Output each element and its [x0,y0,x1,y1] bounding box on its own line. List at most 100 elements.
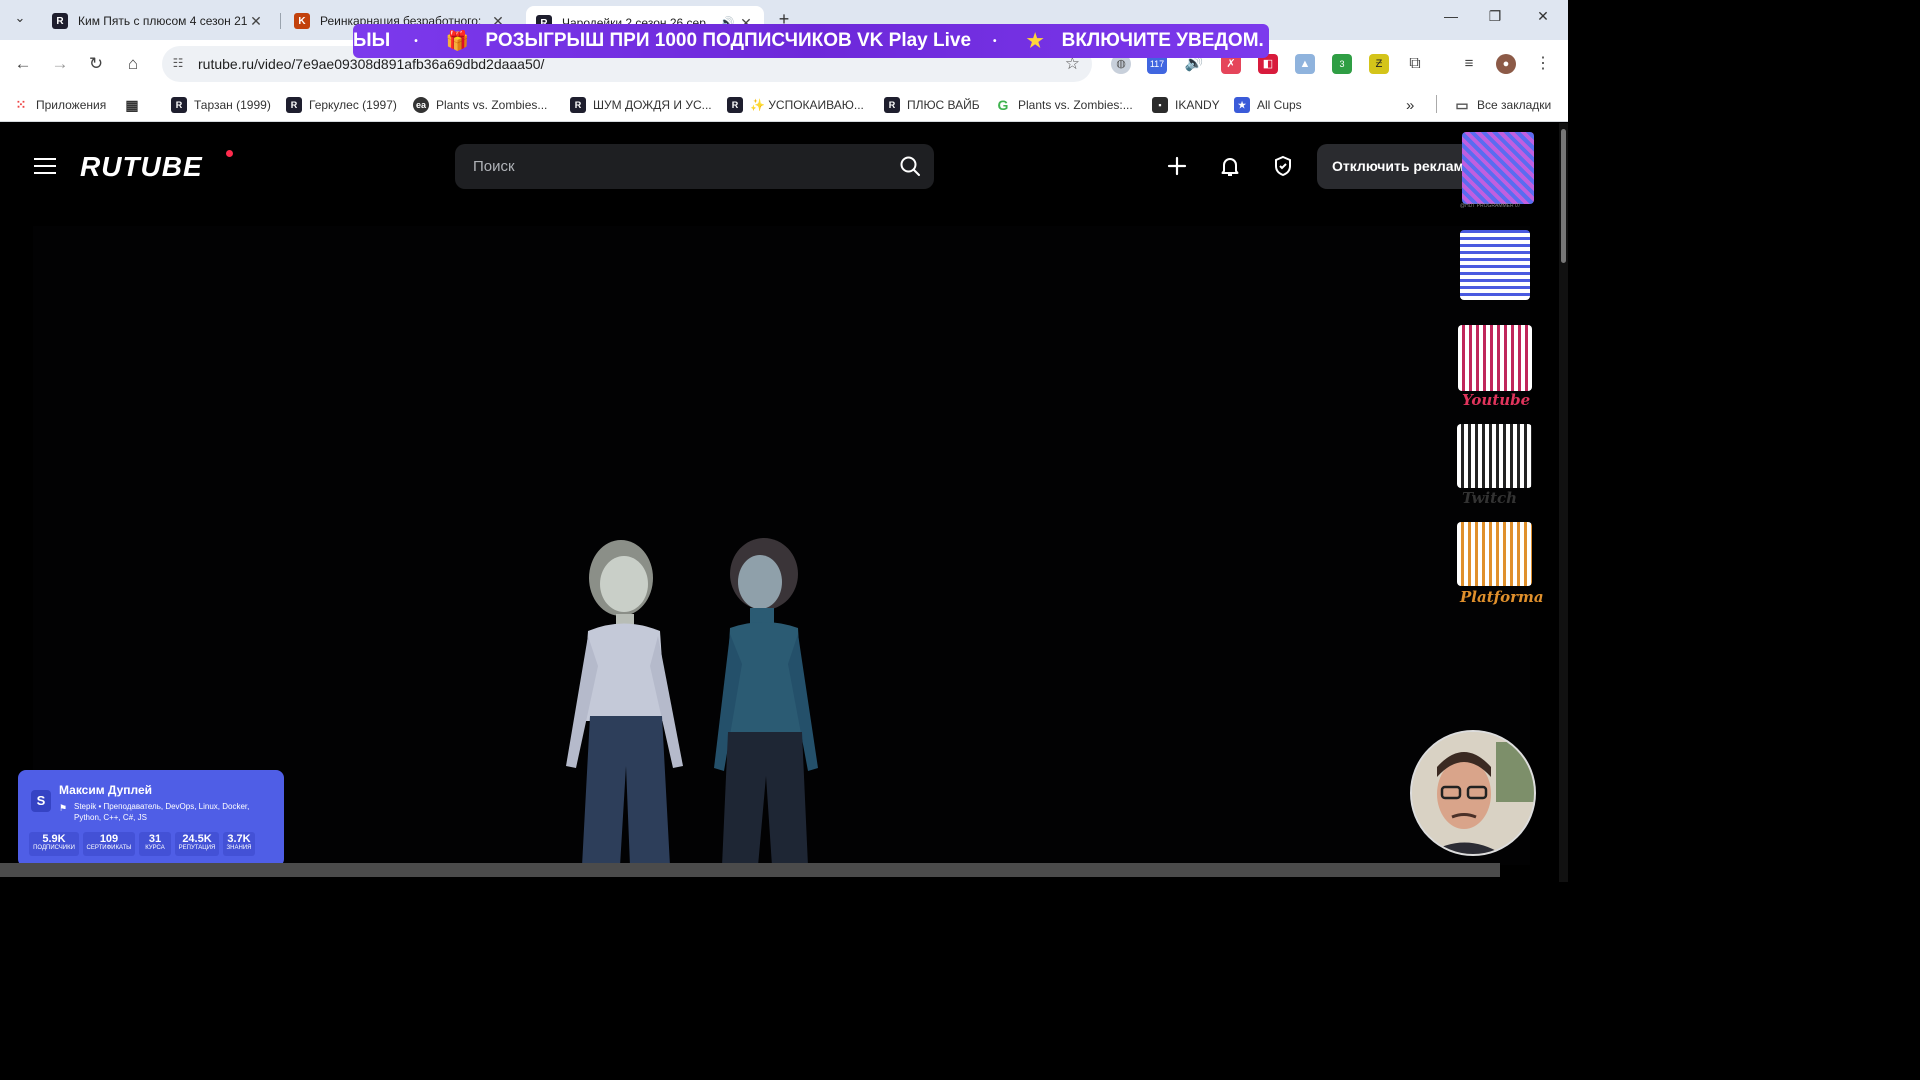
stat-label: ЗНАНИЯ [226,845,252,851]
extension-yellow-icon[interactable]: Ƶ [1369,54,1389,74]
stat-label: СЕРТИФИКАТЫ [86,845,132,851]
rutube-icon: R [884,97,900,113]
profile-avatar[interactable]: ● [1496,54,1516,74]
bookmark-allcups[interactable]: ★ All Cups [1234,95,1302,115]
youtube-label: Youtube [1462,391,1531,409]
streamer-face-image [1412,732,1534,854]
bookmark-calm[interactable]: R ✨ УСПОКАИВАЮ... [727,95,864,115]
bookmarks-bar: ⁙ Приложения ▦ R Тарзан (1999) R Геркулес (… [0,88,1568,122]
more-bookmarks-chevron-icon[interactable]: » [1406,95,1414,115]
promo-banner: ЫЫ • 🎁 РОЗЫГРЫШ ПРИ 1000 ПОДПИСЧИКОВ VK … [353,24,1269,58]
bookmark-grid[interactable]: ▦ [124,95,147,115]
promo-right-text: ВКЛЮЧИТЕ УВЕДОМ. [1061,30,1264,51]
minimize-icon[interactable]: — [1436,8,1466,32]
site-info-icon[interactable]: ☷ [170,56,186,72]
bookmark-label: ПЛЮС ВАЙБ [907,98,980,112]
bookmark-ikandy[interactable]: ▪ IKANDY [1152,95,1220,115]
back-icon[interactable]: ← [11,52,35,76]
tab-separator [280,13,281,29]
bookmark-plus-vibe[interactable]: R ПЛЮС ВАЙБ [884,95,980,115]
upload-plus-icon[interactable] [1165,153,1189,179]
bookmark-label: ШУМ ДОЖДЯ И УС... [593,98,712,112]
bookmark-pvz-2[interactable]: G Plants vs. Zombies:... [995,95,1133,115]
search-icon[interactable] [898,154,922,178]
tab-kim-possible[interactable]: R Ким Пять с плюсом 4 сезон 21 ✕ [42,6,274,36]
url-text[interactable]: rutube.ru/video/7e9ae09308d891afb36a69db… [198,56,544,72]
stat-label: ПОДПИСЧИКИ [33,845,75,851]
stat-subscribers: 5.9K ПОДПИСЧИКИ [29,832,79,856]
stat-courses: 31 КУРСА [139,832,171,856]
bookmark-label: Тарзан (1999) [194,98,271,112]
stat-label: РЕПУТАЦИЯ [178,845,216,851]
extension-green-icon[interactable]: 3 [1332,54,1352,74]
stat-value: 31 [148,833,162,845]
rutube-icon: R [727,97,743,113]
bookmark-label: All Cups [1257,98,1302,112]
stat-value: 24.5K [182,833,212,845]
bookmark-pvz[interactable]: ea Plants vs. Zombies... [413,95,547,115]
stat-value: 109 [99,833,119,845]
qr-code-youtube [1458,325,1532,391]
close-tab-icon[interactable]: ✕ [248,13,264,30]
overlay-tag: @HUT PROGRAMMER 07 [1460,203,1521,209]
rutube-page: RUTUBE Поиск Отключить рекламу @HUT PROG… [0,123,1568,882]
profile-stats: 5.9K ПОДПИСЧИКИ 109 СЕРТИФИКАТЫ 31 КУРСА 24… [29,832,259,856]
profile-card: S Максим Дуплей ⚑ Stepik • Преподаватель… [18,770,284,867]
rutube-logo[interactable]: RUTUBE [80,151,203,183]
dot-icon: • [993,35,997,47]
menu-dots-icon[interactable]: ⋮ [1533,54,1553,74]
apps-grid-icon: ⁙ [15,97,27,112]
bookmark-label: Plants vs. Zombies... [436,98,548,112]
badge-icon: ⚑ [59,803,68,813]
extension-badge: 117 [1149,59,1165,69]
bookmark-hercules[interactable]: R Геркулес (1997) [286,95,397,115]
qr-code-main [1460,230,1530,300]
media-control-icon[interactable]: ≡ [1459,54,1479,74]
qr-code-twitch [1457,424,1532,488]
rutube-favicon-icon: R [52,13,68,29]
bookmark-rain[interactable]: R ШУМ ДОЖДЯ И УС... [570,95,712,115]
g-icon: G [997,97,1009,113]
bookmark-label: IKANDY [1175,98,1220,112]
extension-image-icon[interactable]: ▲ [1295,54,1315,74]
scrollbar-thumb[interactable] [1561,129,1566,263]
grid-icon: ▦ [125,96,139,113]
stat-value: 3.7K [227,833,251,845]
ea-icon: ea [413,97,429,113]
extension-badge: 3 [1339,59,1345,69]
shield-icon[interactable] [1271,153,1295,179]
reload-icon[interactable]: ↻ [84,52,108,76]
bookmark-label: ✨ УСПОКАИВАЮ... [750,98,864,112]
bookmark-apps[interactable]: ⁙ Приложения [13,95,107,115]
stat-label: КУРСА [145,845,165,851]
rutube-icon: R [286,97,302,113]
folder-icon: ▭ [1455,96,1469,113]
vertical-scrollbar[interactable] [1559,123,1568,882]
promo-left-fragment: ЫЫ [353,30,391,51]
dot-icon: • [414,35,418,47]
screen: ⌄ R Ким Пять с плюсом 4 сезон 21 ✕ K Реи… [0,0,1568,882]
rutube-icon: R [171,97,187,113]
video-frame-characters [566,538,818,866]
bookmark-tarzan[interactable]: R Тарзан (1999) [171,95,271,115]
close-window-icon[interactable]: ✕ [1528,8,1558,32]
forward-icon[interactable]: → [48,52,72,76]
webcam-overlay [1410,730,1536,856]
horizontal-scrollbar[interactable] [0,863,1500,877]
tab-search-chevron-icon[interactable]: ⌄ [8,10,32,32]
menu-icon[interactable] [34,158,56,174]
gift-icon: 🎁 [445,31,470,52]
restore-icon[interactable]: ❐ [1480,8,1510,32]
all-bookmarks-folder[interactable]: ▭ Все закладки [1454,95,1551,115]
promo-text: РОЗЫГРЫШ ПРИ 1000 ПОДПИСЧИКОВ VK Play Li… [485,30,972,51]
bell-icon[interactable] [1218,153,1242,179]
rutube-icon: R [570,97,586,113]
home-icon[interactable]: ⌂ [121,52,145,76]
extensions-puzzle-icon[interactable]: ⧉ [1405,54,1425,74]
stat-reputation: 24.5K РЕПУТАЦИЯ [175,832,219,856]
search-placeholder: Поиск [473,158,515,175]
allcups-icon: ★ [1234,97,1250,113]
search-input[interactable]: Поиск [455,144,934,189]
stat-knowledge: 3.7K ЗНАНИЯ [223,832,255,856]
platforma-label: Platforma [1460,588,1544,606]
